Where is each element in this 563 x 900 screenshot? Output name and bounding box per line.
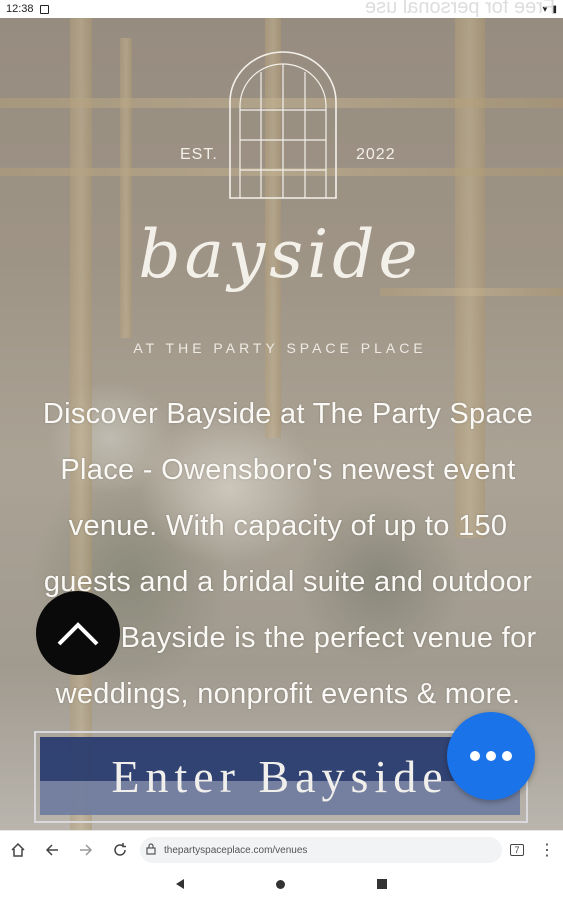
home-icon[interactable]: [6, 838, 30, 862]
description-line: Discover Bayside at The Party Space: [42, 398, 534, 430]
tab-count: 7: [510, 844, 524, 856]
description-line: weddings, nonprofit events & more.: [55, 678, 521, 710]
status-icons: ▾ ▮: [542, 4, 557, 15]
hero-section: EST. 2022 bayside AT THE PARTY SPACE PLA…: [0, 18, 563, 830]
notification-icon: [39, 4, 49, 14]
lock-icon: [146, 842, 156, 858]
logo-tagline: AT THE PARTY SPACE PLACE: [133, 340, 427, 356]
arched-window-icon: [229, 51, 337, 199]
cta-label: Enter Bayside: [111, 750, 449, 802]
browser-toolbar: thepartyspaceplace.com/venues 7 ⋮: [0, 830, 563, 869]
logo-year: 2022: [356, 146, 396, 163]
more-options-fab[interactable]: [447, 712, 535, 800]
description-line: guests and a bridal suite and outdoor: [43, 566, 533, 598]
android-nav-bar: [0, 868, 563, 900]
logo-est: EST.: [180, 146, 218, 163]
bayside-logo: EST. 2022 bayside AT THE PARTY SPACE PLA…: [130, 48, 430, 356]
more-dots-icon: [486, 751, 496, 761]
reload-icon[interactable]: [108, 838, 132, 862]
status-time: 12:38: [6, 3, 34, 15]
description-line: venue. With capacity of up to 150: [68, 510, 508, 542]
more-dots-icon: [470, 751, 480, 761]
more-dots-icon: [502, 751, 512, 761]
nav-back-icon[interactable]: [176, 879, 184, 889]
battery-icon: ▮: [551, 3, 557, 15]
scroll-to-top-button[interactable]: [36, 591, 120, 675]
nav-recents-icon[interactable]: [377, 879, 387, 889]
forward-arrow-icon[interactable]: [74, 838, 98, 862]
status-bar: 12:38 ▾ ▮: [0, 0, 563, 18]
wifi-icon: ▾: [542, 3, 548, 15]
chevron-up-icon: [57, 622, 99, 646]
nav-home-icon[interactable]: [276, 879, 285, 889]
url-text: thepartyspaceplace.com/venues: [164, 844, 308, 856]
menu-kebab-icon[interactable]: ⋮: [535, 838, 559, 862]
address-bar[interactable]: thepartyspaceplace.com/venues: [140, 837, 502, 863]
tab-switcher-icon[interactable]: 7: [505, 838, 529, 862]
description-line: Place - Owensboro's newest event: [60, 454, 516, 486]
hero-description: Discover Bayside at The Party Space Plac…: [38, 386, 538, 722]
back-arrow-icon[interactable]: [40, 838, 64, 862]
logo-script-name: bayside: [138, 216, 422, 293]
